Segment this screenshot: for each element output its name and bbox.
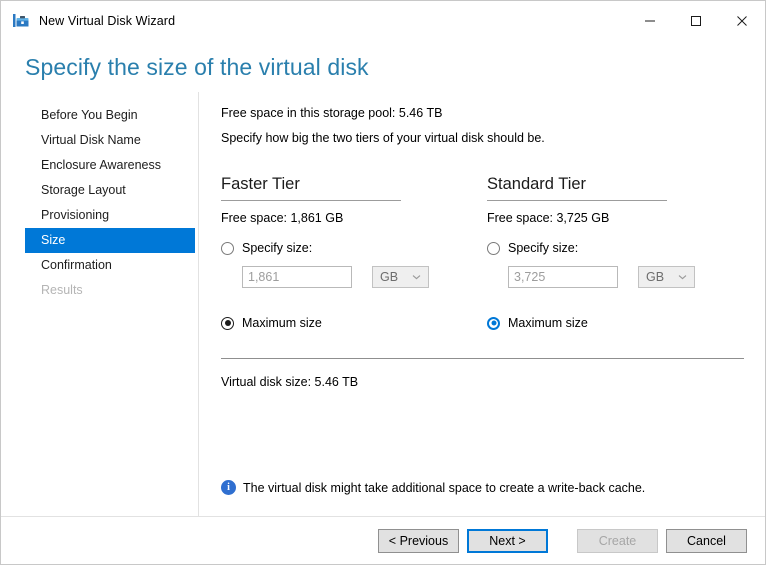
section-divider xyxy=(221,358,744,359)
sidebar-item-provisioning[interactable]: Provisioning xyxy=(1,203,195,228)
window-controls xyxy=(627,1,765,40)
size-panel: Free space in this storage pool: 5.46 TB… xyxy=(199,92,765,516)
window-title: New Virtual Disk Wizard xyxy=(39,13,176,28)
tiers-container: Faster Tier Free space: 1,861 GB Specify… xyxy=(221,175,745,288)
maximize-icon[interactable] xyxy=(673,1,719,40)
standard-tier-unit-select[interactable]: GB xyxy=(638,266,695,288)
sidebar-item-virtual-disk-name[interactable]: Virtual Disk Name xyxy=(1,128,195,153)
standard-tier-size-input[interactable] xyxy=(508,266,618,288)
close-icon[interactable] xyxy=(719,1,765,40)
chevron-down-icon xyxy=(412,267,421,285)
wizard-footer: < Previous Next > Create Cancel xyxy=(1,516,765,564)
faster-tier-size-input[interactable] xyxy=(242,266,352,288)
faster-tier-unit-select[interactable]: GB xyxy=(372,266,429,288)
faster-tier-unit-label: GB xyxy=(380,270,399,284)
faster-tier-specify-size-radio-row[interactable]: Specify size: xyxy=(221,241,487,255)
standard-tier-specify-size-radio[interactable] xyxy=(487,241,500,255)
maximum-size-row: Maximum size Maximum size xyxy=(221,316,745,330)
standard-tier-size-field-row: GB xyxy=(508,266,753,288)
title-bar: New Virtual Disk Wizard xyxy=(1,1,765,40)
instruction-text: Specify how big the two tiers of your vi… xyxy=(221,131,545,145)
cancel-button[interactable]: Cancel xyxy=(666,528,747,553)
standard-tier-title: Standard Tier xyxy=(487,175,667,201)
standard-tier-column: Standard Tier Free space: 3,725 GB Speci… xyxy=(487,175,753,288)
next-button[interactable]: Next > xyxy=(467,528,548,553)
write-back-cache-note-text: The virtual disk might take additional s… xyxy=(243,480,646,495)
standard-tier-specify-size-label: Specify size: xyxy=(508,241,579,255)
standard-tier-maximum-size-label: Maximum size xyxy=(508,316,588,330)
info-icon xyxy=(221,480,236,495)
standard-tier-maximum-size-row[interactable]: Maximum size xyxy=(487,316,753,330)
sidebar-item-enclosure-awareness[interactable]: Enclosure Awareness xyxy=(1,153,195,178)
minimize-icon[interactable] xyxy=(627,1,673,40)
wizard-body: Before You Begin Virtual Disk Name Enclo… xyxy=(1,92,765,516)
standard-tier-unit-label: GB xyxy=(646,270,665,284)
faster-tier-column: Faster Tier Free space: 1,861 GB Specify… xyxy=(221,175,487,288)
virtual-disk-size-text: Virtual disk size: 5.46 TB xyxy=(221,375,359,389)
faster-tier-free-space: Free space: 1,861 GB xyxy=(221,211,344,225)
faster-tier-title: Faster Tier xyxy=(221,175,401,201)
standard-tier-maximum-size-radio[interactable] xyxy=(487,316,500,330)
virtual-disk-wizard-icon xyxy=(12,12,30,30)
standard-tier-free-space: Free space: 3,725 GB xyxy=(487,211,610,225)
faster-tier-size-field-row: GB xyxy=(242,266,487,288)
create-button: Create xyxy=(577,528,658,553)
pool-free-space-text: Free space in this storage pool: 5.46 TB xyxy=(221,106,443,120)
sidebar-item-before-you-begin[interactable]: Before You Begin xyxy=(1,103,195,128)
new-virtual-disk-wizard-window: New Virtual Disk Wizard Specify the size… xyxy=(0,0,766,565)
previous-button[interactable]: < Previous xyxy=(378,528,459,553)
faster-tier-specify-size-label: Specify size: xyxy=(242,241,313,255)
sidebar-item-storage-layout[interactable]: Storage Layout xyxy=(1,178,195,203)
sidebar-item-confirmation[interactable]: Confirmation xyxy=(1,253,195,278)
faster-tier-maximum-size-radio[interactable] xyxy=(221,316,234,330)
sidebar-item-size[interactable]: Size xyxy=(25,228,195,253)
write-back-cache-note: The virtual disk might take additional s… xyxy=(221,480,645,495)
faster-tier-maximum-size-row[interactable]: Maximum size xyxy=(221,316,487,330)
wizard-steps-sidebar: Before You Begin Virtual Disk Name Enclo… xyxy=(1,92,199,516)
faster-tier-maximum-size-label: Maximum size xyxy=(242,316,322,330)
standard-tier-specify-size-radio-row[interactable]: Specify size: xyxy=(487,241,753,255)
chevron-down-icon xyxy=(678,267,687,285)
faster-tier-specify-size-radio[interactable] xyxy=(221,241,234,255)
sidebar-item-results: Results xyxy=(41,283,83,297)
page-title: Specify the size of the virtual disk xyxy=(25,54,369,80)
